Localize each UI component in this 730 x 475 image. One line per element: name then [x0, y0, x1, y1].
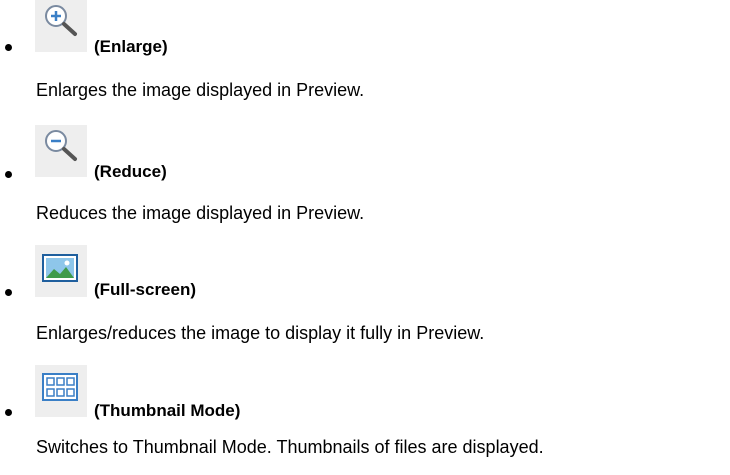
- list-item-thumbnail-mode: (Thumbnail Mode) Switches to Thumbnail M…: [0, 365, 730, 475]
- item-description: Enlarges/reduces the image to display it…: [36, 323, 485, 343]
- item-description: Switches to Thumbnail Mode. Thumbnails o…: [36, 437, 544, 457]
- thumbnail-mode-icon: [35, 365, 87, 417]
- item-label: (Thumbnail Mode): [94, 401, 241, 420]
- bullet: [5, 289, 12, 296]
- bullet: [5, 409, 12, 416]
- bullet: [5, 171, 12, 178]
- bullet: [5, 44, 12, 51]
- zoom-out-icon: [35, 125, 87, 177]
- list-item-reduce: (Reduce) Reduces the image displayed in …: [0, 125, 730, 235]
- item-description: Reduces the image displayed in Preview.: [36, 203, 365, 223]
- item-label: (Full-screen): [94, 280, 197, 299]
- item-label: (Enlarge): [94, 37, 168, 56]
- item-description: Enlarges the image displayed in Preview.: [36, 80, 365, 100]
- list-item-enlarge: (Enlarge) Enlarges the image displayed i…: [0, 0, 730, 110]
- list-item-full-screen: (Full-screen) Enlarges/reduces the image…: [0, 245, 730, 355]
- item-label: (Reduce): [94, 162, 167, 181]
- zoom-in-icon: [35, 0, 87, 52]
- full-screen-icon: [35, 245, 87, 297]
